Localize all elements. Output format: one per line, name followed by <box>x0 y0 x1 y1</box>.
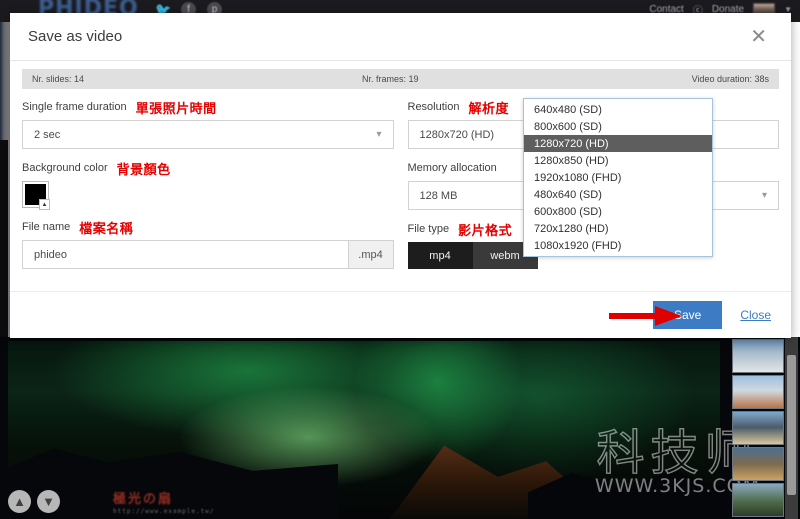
single-frame-duration-select[interactable]: 2 sec ▾ <box>22 120 394 149</box>
color-picker-triangle-icon[interactable]: ▲ <box>39 199 50 210</box>
resolution-label: Resolution <box>407 101 460 113</box>
resolution-option[interactable]: 1280x850 (HD) <box>524 152 712 169</box>
file-type-annotation: 影片格式 <box>458 223 513 239</box>
photo-viewer: 極光の扇 http://www.example.tw/ ▲ ▼ 科技师 WWW.… <box>0 337 800 519</box>
file-type-option-mp4[interactable]: mp4 <box>407 242 473 269</box>
stat-frames: Nr. frames: 19 <box>362 74 419 84</box>
dialog-form: Single frame duration 單張照片時間 2 sec ▾ Bac… <box>10 89 791 280</box>
file-name-row: phideo .mp4 <box>22 240 394 269</box>
photo-credit-title: 極光の扇 <box>113 492 174 507</box>
thumbnail-strip <box>732 337 784 519</box>
red-arrow-right-icon <box>609 306 682 326</box>
dialog-title: Save as video <box>28 28 123 45</box>
stat-slides: Nr. slides: 14 <box>32 74 85 84</box>
thumbnail-item[interactable] <box>732 339 784 373</box>
file-type-toggle: mp4 webm <box>407 242 538 269</box>
file-name-annotation: 檔案名稱 <box>79 221 134 237</box>
stats-bar: Nr. slides: 14 Nr. frames: 19 Video dura… <box>22 69 779 89</box>
viewer-nav-arrows: ▲ ▼ <box>8 490 60 513</box>
memory-allocation-value: 128 MB <box>419 189 458 202</box>
page-left-edge-dark <box>0 140 8 340</box>
background-color-annotation: 背景顏色 <box>116 162 171 178</box>
form-column-left: Single frame duration 單張照片時間 2 sec ▾ Bac… <box>22 99 394 280</box>
save-as-video-dialog: Save as video ✕ Nr. slides: 14 Nr. frame… <box>10 13 791 338</box>
resolution-option-selected[interactable]: 1280x720 (HD) <box>524 135 712 152</box>
file-type-label: File type <box>407 223 450 235</box>
stat-duration: Video duration: 38s <box>691 74 769 84</box>
resolution-option[interactable]: 640x480 (SD) <box>524 101 712 118</box>
aurora-photo: 極光の扇 http://www.example.tw/ <box>8 341 728 519</box>
resolution-option[interactable]: 1080x1920 (FHD) <box>524 237 712 254</box>
screen-root: PHIDEO 🐦 f p Contact ⓒ Donate ▼ 極光の扇 htt… <box>0 0 800 519</box>
chevron-up-circle-icon[interactable]: ▲ <box>8 490 31 513</box>
photo-credit: 極光の扇 http://www.example.tw/ <box>113 488 214 515</box>
thumbnail-item[interactable] <box>732 483 784 517</box>
close-icon[interactable]: ✕ <box>744 25 773 49</box>
thumbnail-scrollbar[interactable] <box>785 337 798 519</box>
background-color-swatch[interactable]: ▲ <box>22 181 50 210</box>
field-file-name: File name 檔案名稱 phideo .mp4 <box>22 219 394 269</box>
single-frame-duration-label: Single frame duration <box>22 101 127 113</box>
label-row: File name 檔案名稱 <box>22 219 394 237</box>
close-button[interactable]: Close <box>740 308 771 322</box>
dialog-footer: Save Close <box>10 291 791 338</box>
resolution-option[interactable]: 480x640 (SD) <box>524 186 712 203</box>
scrollbar-thumb[interactable] <box>787 355 796 495</box>
field-background-color: Background color 背景顏色 ▲ <box>22 160 394 210</box>
resolution-option[interactable]: 800x600 (SD) <box>524 118 712 135</box>
photo-credit-url: http://www.example.tw/ <box>113 508 215 515</box>
single-frame-duration-annotation: 單張照片時間 <box>135 101 217 117</box>
file-name-input[interactable]: phideo <box>22 240 348 269</box>
resolution-dropdown-list[interactable]: 640x480 (SD) 800x600 (SD) 1280x720 (HD) … <box>523 98 713 257</box>
thumbnail-item[interactable] <box>732 375 784 409</box>
memory-allocation-label: Memory allocation <box>407 162 497 174</box>
chevron-down-icon: ▾ <box>376 129 382 140</box>
resolution-value: 1280x720 (HD) <box>419 128 495 141</box>
resolution-option[interactable]: 1920x1080 (FHD) <box>524 169 712 186</box>
background-color-label: Background color <box>22 162 108 174</box>
mountain-silhouette-right <box>528 470 728 519</box>
label-row: Single frame duration 單張照片時間 <box>22 99 394 117</box>
resolution-option[interactable]: 600x800 (SD) <box>524 203 712 220</box>
chevron-down-circle-icon[interactable]: ▼ <box>37 490 60 513</box>
thumbnail-item[interactable] <box>732 411 784 445</box>
file-name-label: File name <box>22 221 71 233</box>
resolution-annotation: 解析度 <box>468 101 509 117</box>
file-extension-suffix: .mp4 <box>347 240 394 269</box>
single-frame-duration-value: 2 sec <box>34 128 61 141</box>
label-row: Background color 背景顏色 <box>22 160 394 178</box>
dialog-header: Save as video ✕ <box>10 13 791 61</box>
resolution-option[interactable]: 720x1280 (HD) <box>524 220 712 237</box>
thumbnail-item[interactable] <box>732 447 784 481</box>
chevron-down-icon: ▾ <box>761 190 767 201</box>
field-single-frame-duration: Single frame duration 單張照片時間 2 sec ▾ <box>22 99 394 149</box>
